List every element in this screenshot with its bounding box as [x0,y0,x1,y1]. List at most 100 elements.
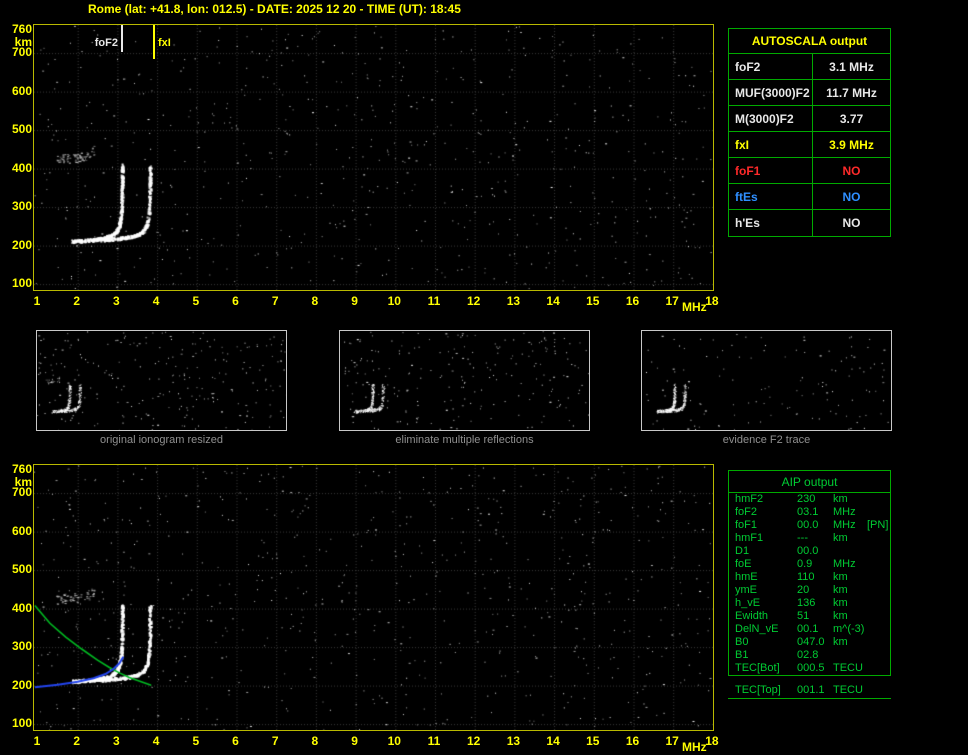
thumbnail-canvas-reflections [340,331,589,430]
aip-row-value: --- [797,532,833,545]
x-tick-label: 7 [263,735,287,747]
thumbnail-caption-reflections: eliminate multiple reflections [339,434,590,446]
autoscala-row-value: 3.9 MHz [813,132,890,157]
autoscala-row-value: 3.77 [813,106,890,131]
autoscala-row-value: 3.1 MHz [813,54,890,79]
ionogram-plot-top [33,24,714,291]
aip-row-extra [867,506,890,519]
x-tick-label: 3 [104,295,128,307]
y-tick-label: 100 [2,717,32,729]
aip-row: hmF1---km [729,532,890,545]
x-tick-label: 10 [382,735,406,747]
x-tick-label: 11 [422,295,446,307]
aip-row-value: 00.0 [797,519,833,532]
aip-row-unit: km [833,610,867,623]
x-tick-label: 2 [65,735,89,747]
aip-table-header: AIP output [729,471,890,493]
aip-row: h_vE136km [729,597,890,610]
autoscala-row: foF23.1 MHz [729,54,890,80]
thumbnail-f2-trace [641,330,892,431]
x-tick-label: 5 [184,295,208,307]
x-tick-label: 17 [660,735,684,747]
aip-row: Ewidth51km [729,610,890,623]
x-tick-label: 8 [303,295,327,307]
x-tick-label: 9 [343,735,367,747]
thumbnail-caption-original: original ionogram resized [36,434,287,446]
aip-row-label: DelN_vE [735,623,797,636]
x-tick-label: 16 [621,295,645,307]
autoscala-row-label: ftEs [729,184,813,209]
aip-row-unit: km [833,493,867,506]
autoscala-row-label: M(3000)F2 [729,106,813,131]
x-tick-label: 5 [184,735,208,747]
aip-row-label: foF2 [735,506,797,519]
x-tick-label: 7 [263,295,287,307]
aip-row-label: Ewidth [735,610,797,623]
aip-row-value: 00.1 [797,623,833,636]
y-axis-unit-label: km [2,476,32,488]
aip-row-unit [833,545,867,558]
aip-row-label: foF1 [735,519,797,532]
aip-output-table: AIP output hmF2230kmfoF203.1MHzfoF100.0M… [728,470,891,676]
aip-row-extra: [PN] [867,519,890,532]
autoscala-row: fxI3.9 MHz [729,132,890,158]
fxI-marker-label: fxI [158,37,171,49]
x-tick-label: 10 [382,295,406,307]
autoscala-app-window: Rome (lat: +41.8, lon: 012.5) - DATE: 20… [0,0,968,755]
thumbnail-caption-f2trace: evidence F2 trace [641,434,892,446]
ionogram-canvas-bottom [34,465,713,730]
aip-row-value: 51 [797,610,833,623]
autoscala-row-value: NO [813,158,890,183]
autoscala-output-table: AUTOSCALA output foF23.1 MHzMUF(3000)F21… [728,28,891,237]
aip-footer-label: TEC[Top] [735,683,797,698]
aip-row-label: hmF2 [735,493,797,506]
x-tick-label: 15 [581,735,605,747]
thumbnail-multiple-reflections [339,330,590,431]
y-tick-label: 300 [2,640,32,652]
aip-row-value: 110 [797,571,833,584]
ionogram-plot-bottom [33,464,714,731]
y-tick-label: 400 [2,602,32,614]
aip-row-label: foE [735,558,797,571]
autoscala-row-label: foF1 [729,158,813,183]
aip-row-extra [867,662,890,675]
y-tick-label: 400 [2,162,32,174]
thumbnail-canvas-f2trace [642,331,891,430]
thumbnail-original-ionogram [36,330,287,431]
x-tick-label: 15 [581,295,605,307]
y-tick-label: 600 [2,85,32,97]
autoscala-row: MUF(3000)F211.7 MHz [729,80,890,106]
y-tick-label: 200 [2,239,32,251]
aip-row-value: 047.0 [797,636,833,649]
x-tick-label: 6 [224,735,248,747]
aip-row: TEC[Bot]000.5TECU [729,662,890,675]
x-tick-label: 4 [144,735,168,747]
autoscala-row-label: foF2 [729,54,813,79]
x-tick-label: 17 [660,295,684,307]
autoscala-row: ftEsNO [729,184,890,210]
thumbnail-canvas-original [37,331,286,430]
aip-row: foE0.9MHz [729,558,890,571]
fxI-marker-line [153,25,155,59]
aip-row-label: B1 [735,649,797,662]
x-tick-label: 8 [303,735,327,747]
x-tick-label: 16 [621,735,645,747]
aip-row: D100.0 [729,545,890,558]
autoscala-row-value: NO [813,184,890,209]
aip-row: hmE110km [729,571,890,584]
aip-row-value: 0.9 [797,558,833,571]
aip-row: B102.8 [729,649,890,662]
aip-row: foF100.0MHz[PN] [729,519,890,532]
y-tick-label: 300 [2,200,32,212]
aip-row-extra [867,623,890,636]
aip-row-label: ymE [735,584,797,597]
aip-row-value: 136 [797,597,833,610]
foF2-marker-line [121,25,123,52]
aip-row-unit: MHz [833,506,867,519]
aip-row-label: hmE [735,571,797,584]
aip-row-value: 00.0 [797,545,833,558]
aip-row-extra [867,597,890,610]
x-tick-label: 12 [462,295,486,307]
aip-row-extra [867,649,890,662]
y-tick-label: 760 [2,23,32,35]
